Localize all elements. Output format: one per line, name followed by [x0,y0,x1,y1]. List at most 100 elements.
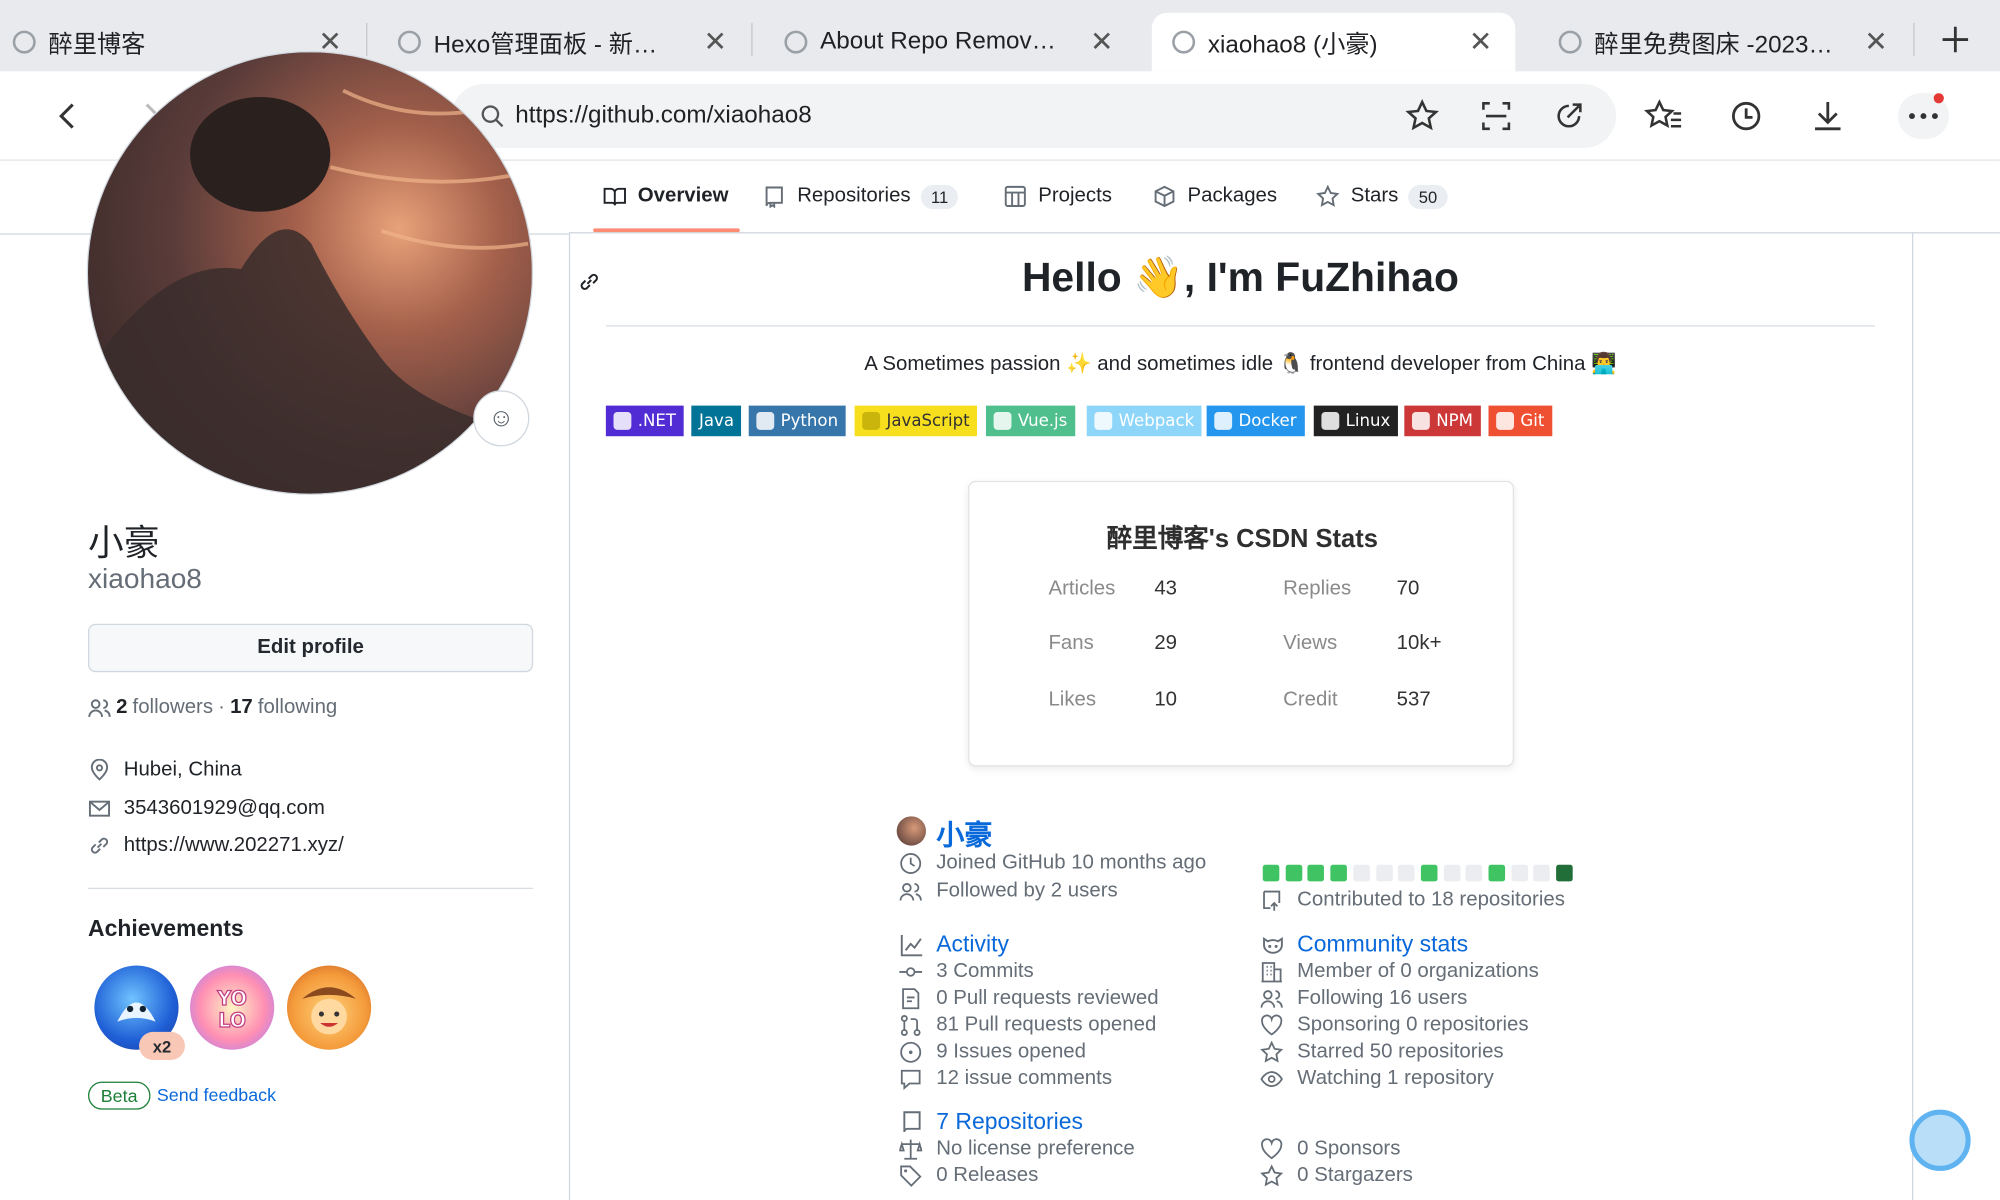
site-favicon-icon [784,30,808,54]
summary-avatar [896,816,927,846]
close-tab-icon[interactable]: ✕ [1864,26,1888,59]
tab-projects[interactable]: Projects [1004,161,1112,232]
search-icon [481,105,504,128]
repos-title[interactable]: 7 Repositories [936,1108,1083,1135]
heart-icon [1261,1138,1283,1160]
tab-repositories[interactable]: Repositories 11 [763,161,959,232]
url-text[interactable]: https://github.com/xiaohao8 [515,102,811,130]
favorites-icon[interactable] [1643,94,1686,137]
community-sponsoring: Sponsoring 0 repositories [1260,1014,1529,1037]
stat-label: Likes [1048,688,1097,711]
vue-icon [993,411,1012,430]
tab-image-host[interactable]: 醉里免费图床 -2023… ✕ [1543,13,1910,72]
achievements-title: Achievements [88,915,244,942]
profile-username: xiaohao8 [88,562,202,595]
history-icon[interactable] [1724,94,1767,137]
tab-title: 醉里免费图床 -2023… [1594,31,1833,59]
tab-label: Overview [637,184,729,207]
achievement-multiplier-badge: x2 [139,1031,185,1060]
edit-profile-button[interactable]: Edit profile [88,623,534,673]
stat-value: 70 [1396,577,1420,600]
csdn-stats-card: 醉里博客's CSDN Stats Articles 43 Replies 70… [968,480,1515,767]
community-title[interactable]: Community stats [1297,931,1468,958]
followers-count[interactable]: 2 [116,696,127,719]
anchor-link-icon[interactable] [578,270,601,293]
badge-webpack[interactable]: Webpack [1086,405,1202,437]
badge-label: Python [780,411,839,431]
back-icon[interactable] [46,94,89,137]
tab-stars[interactable]: Stars 50 [1316,161,1448,232]
contributed-text: Contributed to 18 repositories [1297,889,1565,911]
community-text: Starred 50 repositories [1297,1040,1504,1063]
badge-git[interactable]: Git [1488,405,1553,437]
close-tab-icon[interactable]: ✕ [704,26,728,59]
more-menu-icon[interactable] [1897,93,1949,140]
download-icon[interactable] [1806,94,1849,137]
send-feedback-link[interactable]: Send feedback [157,1084,276,1104]
badge-label: Vue.js [1017,411,1068,431]
activity-heading[interactable]: Activity [899,931,1009,958]
location-icon [90,758,109,781]
achievement-yolo-icon[interactable]: YO LO [190,965,275,1050]
following-count[interactable]: 17 [230,696,253,719]
summary-name-link[interactable]: 小豪 [936,812,992,853]
browser-window: 醉里博客 ✕ Hexo管理面板 - 新… ✕ About Repo Remov…… [0,0,2000,1200]
profile-avatar[interactable] [86,51,534,495]
activity-issues: 9 Issues opened [899,1041,1086,1064]
tab-github-profile[interactable]: xiaohao8 (小豪) ✕ [1151,12,1516,72]
repositories-heading[interactable]: 7 Repositories [899,1108,1083,1135]
tab-title: About Repo Remov… [820,28,1056,55]
badge-dotnet[interactable]: .NET [605,405,684,437]
activity-title[interactable]: Activity [936,931,1009,958]
community-heading[interactable]: Community stats [1260,931,1468,958]
share-icon[interactable] [1551,98,1587,134]
plus-icon[interactable] [1936,20,1974,58]
stat-label: Views [1283,632,1338,655]
stat-value: 43 [1154,577,1178,600]
tab-overview[interactable]: Overview [603,161,729,232]
badge-vuejs[interactable]: Vue.js [985,405,1075,437]
scan-icon[interactable] [1478,98,1514,134]
contribution-cell [1285,864,1302,882]
people-icon [88,699,111,717]
badge-javascript[interactable]: JavaScript [854,405,978,437]
close-tab-icon[interactable]: ✕ [1469,26,1493,59]
followed-by-line: Followed by 2 users [899,880,1118,903]
star-bookmark-icon[interactable] [1404,98,1440,134]
contribution-cell [1307,864,1325,882]
tab-about-repo[interactable]: About Repo Remov… ✕ [769,13,1136,72]
badge-java[interactable]: Java [691,405,742,437]
docker-icon [1214,411,1233,430]
close-tab-icon[interactable]: ✕ [1090,26,1114,59]
floating-assistant-button[interactable] [1909,1109,1971,1171]
beta-label: Beta [88,1081,151,1110]
octocat-icon [1263,936,1283,954]
achievement-cowboy-icon[interactable] [286,965,372,1050]
followers-link[interactable]: followers [133,696,214,719]
email-link[interactable]: 3543601929@qq.com [124,797,325,820]
address-bar[interactable]: https://github.com/xiaohao8 [451,84,1617,148]
table-icon [1004,185,1026,207]
community-text: Following 16 users [1297,987,1468,1009]
website-link[interactable]: https://www.202271.xyz/ [124,834,344,857]
badge-docker[interactable]: Docker [1206,405,1305,437]
heart-icon [1261,1014,1283,1036]
active-tab-underline [593,228,740,233]
badge-label: Git [1520,411,1545,431]
set-status-button[interactable]: ☺ [473,390,530,447]
joined-line: Joined GitHub 10 months ago [899,852,1206,875]
star-icon [1260,1040,1284,1063]
badge-linux[interactable]: Linux [1313,405,1398,437]
repos-sponsors: 0 Sponsors [1260,1138,1400,1161]
email-item: 3543601929@qq.com [88,797,325,820]
location-item: Hubei, China [88,758,242,782]
badge-npm[interactable]: NPM [1404,405,1481,437]
git-icon [1496,411,1515,430]
tab-title: xiaohao8 (小豪) [1207,31,1378,59]
badge-python[interactable]: Python [748,405,846,437]
following-link[interactable]: following [258,696,337,719]
tab-packages[interactable]: Packages [1153,161,1277,232]
smiley-icon: ☺ [488,403,515,432]
tab-hexo-panel[interactable]: Hexo管理面板 - 新… ✕ [383,13,750,72]
law-icon [899,1139,923,1160]
